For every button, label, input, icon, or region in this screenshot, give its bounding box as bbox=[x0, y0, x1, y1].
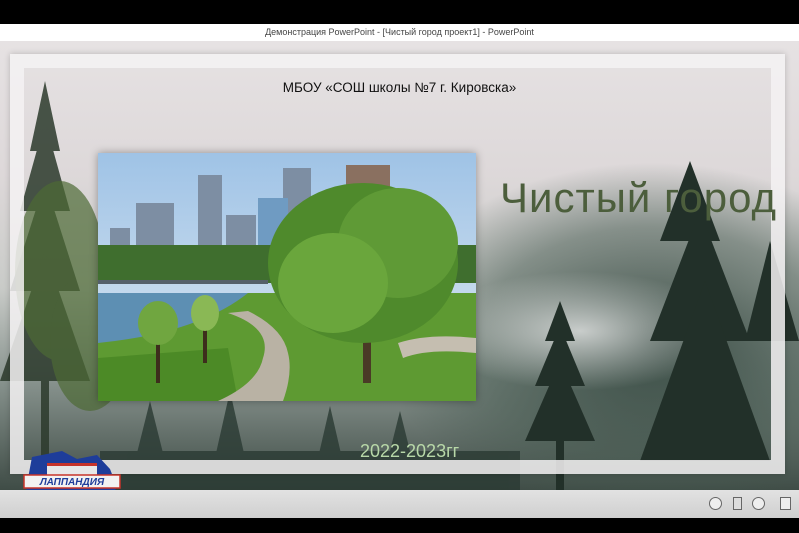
next-slide-icon[interactable] bbox=[752, 497, 765, 510]
slideshow-controls-bar bbox=[0, 490, 799, 518]
school-name: МБОУ «СОШ школы №7 г. Кировска» bbox=[282, 80, 517, 95]
previous-slide-icon[interactable] bbox=[709, 497, 722, 510]
slide-title: Чистый город bbox=[500, 174, 778, 221]
screen-bottom-border bbox=[0, 518, 799, 533]
logo-text: ЛАППАНДИЯ bbox=[39, 477, 105, 488]
city-park-photo bbox=[98, 153, 476, 401]
pause-icon[interactable] bbox=[780, 497, 791, 510]
screen-top-border bbox=[0, 0, 799, 24]
school-years: 2022-2023гг bbox=[360, 441, 460, 461]
window-titlebar: Демонстрация PowerPoint - [Чистый город … bbox=[0, 24, 799, 41]
window-title: Демонстрация PowerPoint - [Чистый город … bbox=[265, 27, 534, 37]
slide-menu-icon[interactable] bbox=[733, 497, 742, 510]
